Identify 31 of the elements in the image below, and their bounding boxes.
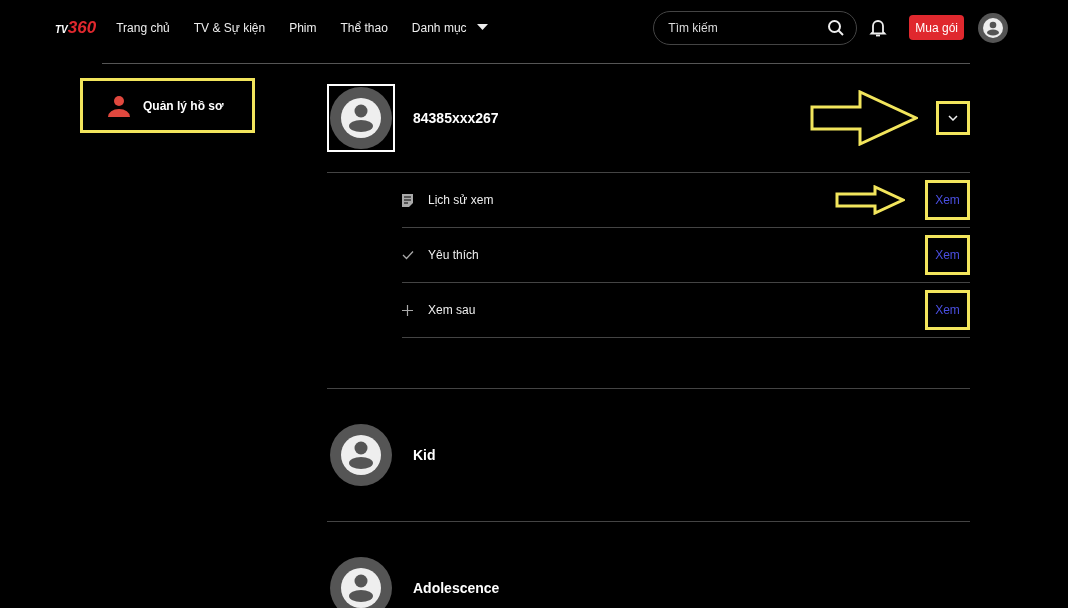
person-icon [107, 93, 131, 118]
user-avatar-icon[interactable] [978, 12, 1008, 43]
pointing-arrow-drawing [835, 185, 905, 215]
search-field[interactable]: Tìm kiếm [653, 10, 858, 45]
plus-icon [402, 304, 413, 316]
expand-chevron-button[interactable] [936, 101, 970, 135]
list-item-label: Yêu thích [428, 247, 479, 264]
document-icon [402, 193, 413, 207]
caret-down-icon [476, 24, 488, 31]
nav-link[interactable]: Danh mục [411, 18, 488, 37]
list-item-label: Lịch sử xem [428, 192, 494, 209]
view-link[interactable]: Xem [925, 235, 970, 275]
search-icon[interactable] [827, 18, 846, 37]
check-icon [402, 250, 414, 260]
logo[interactable]: TV360 [55, 14, 97, 41]
profile-name: Adolescence [413, 578, 500, 598]
nav-link[interactable]: Thể thao [340, 18, 388, 37]
bell-icon[interactable] [869, 17, 888, 38]
profile-avatar-icon [330, 557, 392, 608]
view-link[interactable]: Xem [925, 290, 970, 330]
list-item-label: Xem sau [428, 302, 476, 319]
chevron-down-icon [948, 115, 958, 121]
profile-name: 84385xxx267 [413, 108, 499, 128]
nav-link[interactable]: Trang chủ [116, 18, 170, 37]
buy-package-button[interactable]: Mua gói [909, 15, 964, 40]
nav-link[interactable]: Phim [289, 18, 317, 37]
profile-name: Kid [413, 445, 436, 465]
sidebar-item[interactable]: Quản lý hồ sơ [80, 78, 255, 133]
nav-link[interactable]: TV & Sự kiện [193, 18, 266, 37]
profile-avatar-icon [330, 424, 392, 486]
view-link[interactable]: Xem [925, 180, 970, 220]
